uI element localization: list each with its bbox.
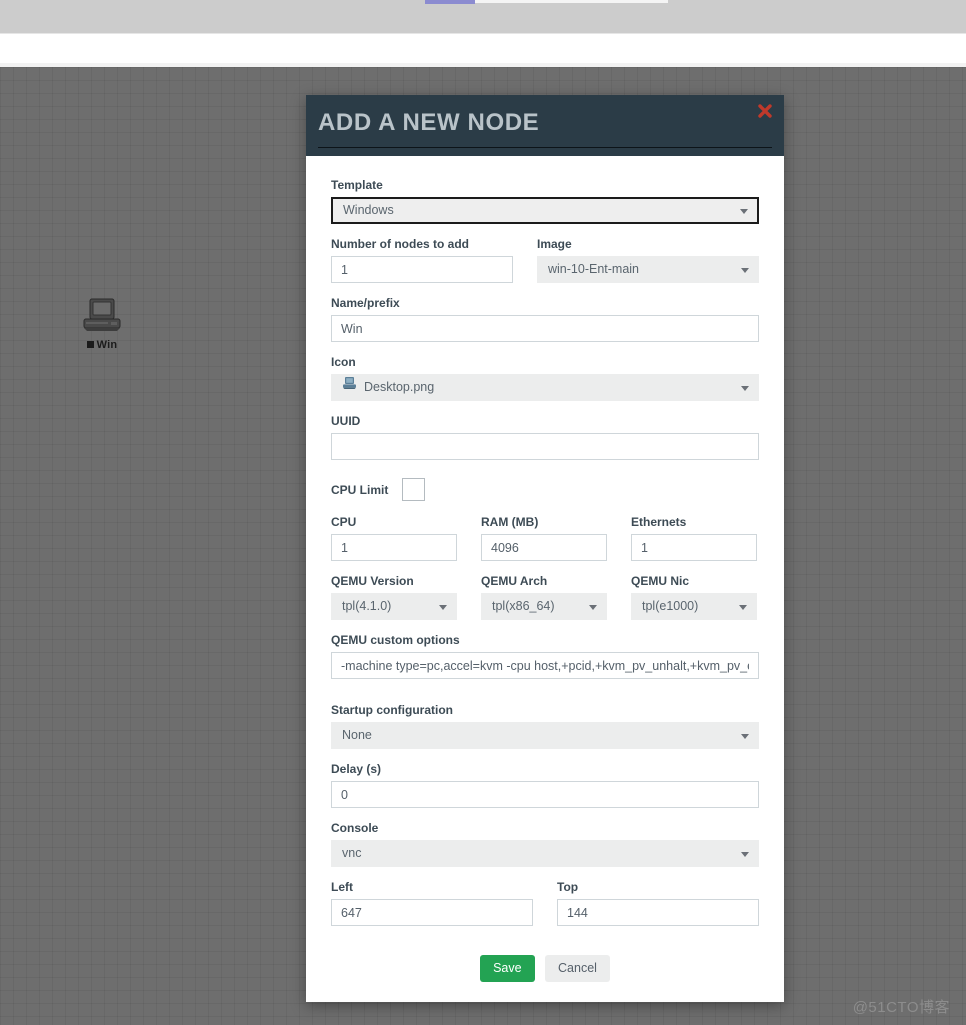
ethernets-input[interactable] [631, 534, 757, 561]
label-console: Console [331, 821, 379, 835]
field-name-prefix: Name/prefix [331, 296, 759, 342]
field-cpu-limit: CPU Limit [331, 478, 759, 501]
label-qemu-version: QEMU Version [331, 574, 414, 588]
qemu-version-select[interactable]: tpl(4.1.0) [331, 593, 457, 620]
field-ethernets: Ethernets [631, 515, 757, 561]
uuid-input[interactable] [331, 433, 759, 460]
field-image: Image win-10-Ent-main [537, 237, 759, 283]
chevron-down-icon [741, 851, 749, 857]
field-qemu-arch: QEMU Arch tpl(x86_64) [481, 574, 607, 620]
row-nodes-image: Number of nodes to add Image win-10-Ent-… [331, 237, 759, 296]
icon-select[interactable]: Desktop.png [331, 374, 759, 401]
dialog-body: Template Windows Number of nodes to add … [306, 156, 784, 1002]
canvas-node-win[interactable]: Win [72, 297, 132, 351]
dialog-actions: Save Cancel [331, 955, 759, 982]
qemu-nic-value: tpl(e1000) [642, 599, 699, 613]
field-cpu: CPU [331, 515, 457, 561]
field-ram: RAM (MB) [481, 515, 607, 561]
field-left: Left [331, 880, 533, 926]
node-status-square-icon [86, 340, 94, 348]
label-cpu-limit: CPU Limit [331, 482, 389, 497]
field-qemu-version: QEMU Version tpl(4.1.0) [331, 574, 457, 620]
left-input[interactable] [331, 899, 533, 926]
startup-configuration-select[interactable]: None [331, 722, 759, 749]
field-uuid: UUID [331, 414, 759, 460]
delay-input[interactable] [331, 781, 759, 808]
template-select-value: Windows [343, 203, 394, 217]
ram-input[interactable] [481, 534, 607, 561]
template-select[interactable]: Windows [331, 197, 759, 224]
dialog-title: ADD A NEW NODE [318, 109, 540, 136]
label-top: Top [557, 880, 579, 894]
label-ram: RAM (MB) [481, 515, 539, 529]
label-left: Left [331, 880, 353, 894]
icon-select-value: Desktop.png [364, 380, 435, 394]
field-icon: Icon Desktop.png [331, 355, 759, 401]
label-template: Template [331, 178, 383, 192]
chevron-down-icon [739, 604, 747, 610]
chevron-down-icon [740, 208, 748, 214]
field-qemu-nic: QEMU Nic tpl(e1000) [631, 574, 757, 620]
label-delay: Delay (s) [331, 762, 382, 776]
label-image: Image [537, 237, 572, 251]
field-console: Console vnc [331, 821, 759, 867]
browser-toolbar-blank [0, 33, 966, 63]
row-cpu-ram-eth: CPU RAM (MB) Ethernets [331, 515, 759, 574]
desktop-computer-icon [83, 298, 121, 331]
label-uuid: UUID [331, 414, 361, 428]
field-delay: Delay (s) [331, 762, 759, 808]
console-select[interactable]: vnc [331, 840, 759, 867]
label-name-prefix: Name/prefix [331, 296, 400, 310]
field-number-of-nodes: Number of nodes to add [331, 237, 513, 283]
number-of-nodes-input[interactable] [331, 256, 513, 283]
label-icon: Icon [331, 355, 356, 369]
add-node-dialog: ADD A NEW NODE Template Windows Number o… [306, 95, 784, 1002]
desktop-computer-icon [342, 375, 357, 399]
field-template: Template Windows [331, 178, 759, 224]
chevron-down-icon [741, 733, 749, 739]
top-input[interactable] [557, 899, 759, 926]
chevron-down-icon [439, 604, 447, 610]
image-select-value: win-10-Ent-main [548, 262, 640, 276]
label-ethernets: Ethernets [631, 515, 687, 529]
chevron-down-icon [741, 385, 749, 391]
close-x-icon[interactable] [757, 104, 773, 120]
name-prefix-input[interactable] [331, 315, 759, 342]
image-select[interactable]: win-10-Ent-main [537, 256, 759, 283]
startup-configuration-value: None [342, 728, 372, 742]
label-startup-configuration: Startup configuration [331, 703, 453, 717]
label-cpu: CPU [331, 515, 357, 529]
dialog-header: ADD A NEW NODE [306, 95, 784, 156]
qemu-version-value: tpl(4.1.0) [342, 599, 392, 613]
row-qemu-selects: QEMU Version tpl(4.1.0) QEMU Arch tpl(x8… [331, 574, 759, 633]
console-value: vnc [342, 846, 362, 860]
cpu-input[interactable] [331, 534, 457, 561]
chevron-down-icon [741, 267, 749, 273]
browser-tab-strip [475, 0, 668, 3]
field-top: Top [557, 880, 759, 926]
cpu-limit-checkbox[interactable] [402, 478, 426, 501]
qemu-custom-options-input[interactable] [331, 652, 759, 679]
qemu-arch-select[interactable]: tpl(x86_64) [481, 593, 607, 620]
browser-chrome-strip [0, 0, 966, 33]
canvas-node-label: Win [72, 339, 132, 351]
qemu-nic-select[interactable]: tpl(e1000) [631, 593, 757, 620]
title-underline [318, 147, 772, 148]
row-left-top: Left Top [331, 880, 759, 939]
label-qemu-nic: QEMU Nic [631, 574, 690, 588]
chevron-down-icon [589, 604, 597, 610]
qemu-arch-value: tpl(x86_64) [492, 599, 555, 613]
browser-tab-accent [425, 0, 475, 4]
cancel-button[interactable]: Cancel [545, 955, 610, 982]
label-number-of-nodes: Number of nodes to add [331, 237, 469, 251]
label-qemu-arch: QEMU Arch [481, 574, 548, 588]
field-startup-configuration: Startup configuration None [331, 703, 759, 749]
label-qemu-custom-options: QEMU custom options [331, 633, 460, 647]
watermark: @51CTO博客 [852, 999, 950, 1016]
save-button[interactable]: Save [480, 955, 535, 982]
field-qemu-custom-options: QEMU custom options [331, 633, 759, 679]
